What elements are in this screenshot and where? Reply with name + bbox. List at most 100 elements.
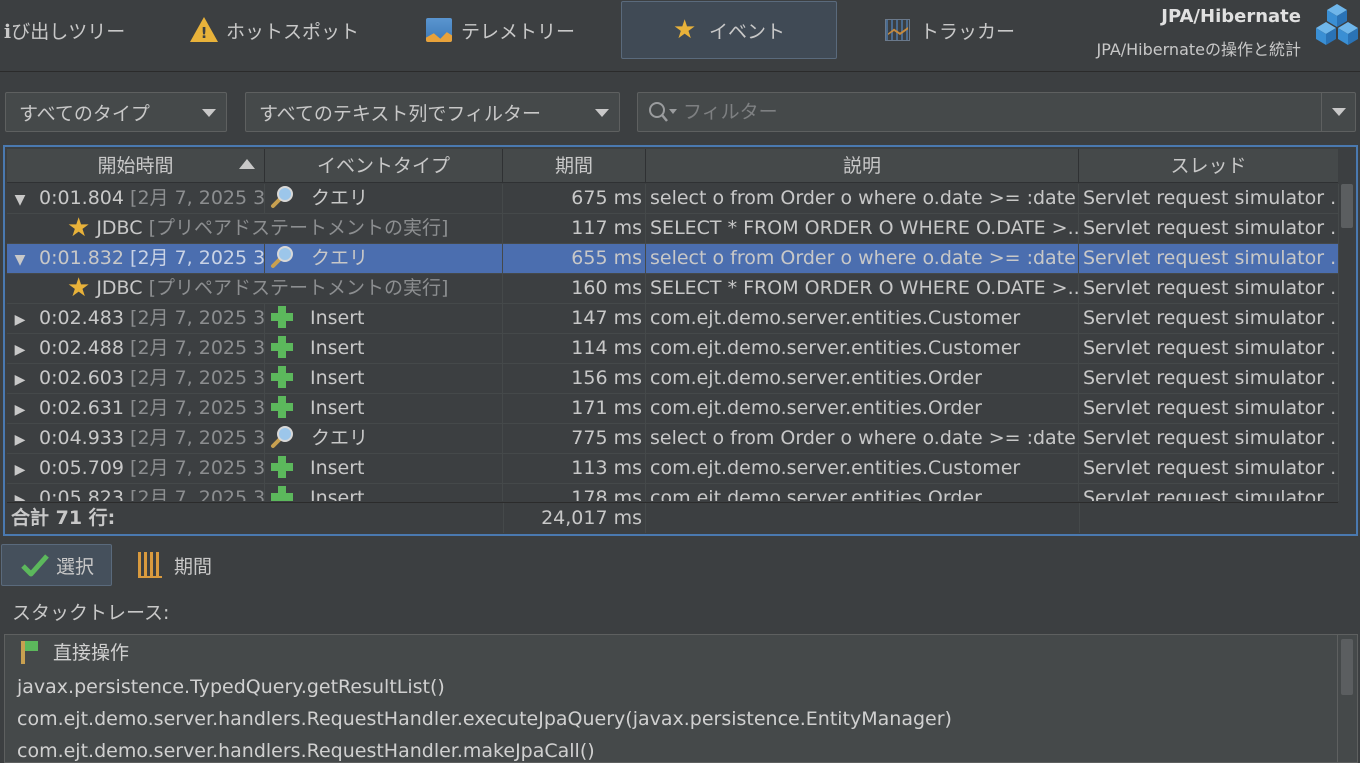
table-row[interactable]: ▶ 0:02.483 [2月 7, 2025 3:... Insert 147 msc… xyxy=(7,304,1338,334)
table-row[interactable]: ★ JDBC [プリペアドステートメントの実行] 117 ms SELECT * FR… xyxy=(7,214,1338,244)
start-date: [2月 7, 2025 3:... xyxy=(130,367,265,389)
cell-start-time: ▶ 0:02.488 [2月 7, 2025 3:... xyxy=(7,334,265,363)
start-date: [2月 7, 2025 3:... xyxy=(130,337,265,359)
table-row[interactable]: ★ JDBC [プリペアドステートメントの実行] 160 ms SELECT * FR… xyxy=(7,274,1338,304)
event-type-name: クエリ xyxy=(311,247,369,269)
event-type-name: Insert xyxy=(310,337,365,359)
table-row[interactable]: ▶ 0:04.933 [2月 7, 2025 3:... クエリ 775 mssele… xyxy=(7,424,1338,454)
tracker-chart-icon xyxy=(884,16,912,44)
start-time: 0:01.832 xyxy=(39,247,124,269)
expand-triangle-icon[interactable]: ▶ xyxy=(9,486,31,501)
expand-triangle-icon[interactable]: ▶ xyxy=(9,426,31,453)
duration-toggle-button[interactable]: 期間 xyxy=(138,549,212,581)
start-date: [2月 7, 2025 3:... xyxy=(130,427,265,449)
selection-toggle-button[interactable]: 選択 xyxy=(1,544,112,586)
search-icon[interactable] xyxy=(648,101,678,123)
probe-title: JPA/Hibernate xyxy=(1161,6,1301,27)
stack-frame[interactable]: javax.persistence.TypedQuery.getResultLi… xyxy=(17,671,445,703)
event-type-select[interactable]: すべてのタイプ xyxy=(5,92,227,132)
stack-trace-heading: スタックトレース: xyxy=(12,602,170,624)
tab-hotspots[interactable]: ! ホットスポット xyxy=(190,1,359,59)
cell-description: com.ejt.demo.server.entities.Customer xyxy=(646,304,1079,333)
column-header-description[interactable]: 説明 xyxy=(646,149,1079,183)
probe-subtitle: JPA/Hibernateの操作と統計 xyxy=(1096,40,1301,59)
column-header-thread[interactable]: スレッド xyxy=(1079,149,1338,183)
start-date: [2月 7, 2025 3:... xyxy=(130,487,265,501)
table-row[interactable]: ▶ 0:02.603 [2月 7, 2025 3:... Insert 156 msc… xyxy=(7,364,1338,394)
start-time: 0:02.631 xyxy=(39,397,124,419)
stack-trace-scrollbar[interactable] xyxy=(1337,635,1355,762)
cell-thread: Servlet request simulator ... xyxy=(1083,457,1338,479)
warning-icon: ! xyxy=(190,16,218,44)
column-header-duration[interactable]: 期間 xyxy=(503,149,646,183)
text-column-filter-value: すべてのテキスト列でフィルター xyxy=(259,102,541,125)
table-row[interactable]: ▼ 0:01.804 [2月 7, 2025 3:... クエリ 675 mssele… xyxy=(7,184,1338,214)
plus-icon xyxy=(271,395,293,418)
stack-trace-root[interactable]: 直接操作 xyxy=(19,637,129,669)
expand-triangle-icon[interactable]: ▶ xyxy=(9,396,31,423)
filter-history-dropdown[interactable] xyxy=(1321,93,1355,131)
cell-start-time: ▼ 0:01.804 [2月 7, 2025 3:... xyxy=(7,184,265,213)
start-date: [2月 7, 2025 3:... xyxy=(130,397,265,419)
table-row[interactable]: ▶ 0:02.488 [2月 7, 2025 3:... Insert 114 msc… xyxy=(7,334,1338,364)
start-time: 0:02.483 xyxy=(39,307,124,329)
table-scrollbar[interactable] xyxy=(1338,184,1354,501)
cell-thread: Servlet request simulator ... xyxy=(1083,277,1338,299)
column-header-start-time[interactable]: 開始時間 xyxy=(7,149,265,183)
chevron-down-icon xyxy=(1332,108,1346,116)
tab-call-tree[interactable]: ℹび出しツリー xyxy=(4,1,125,59)
table-row[interactable]: ▶ 0:05.823 [2月 7, 2025 3:... Insert 178 msc… xyxy=(7,484,1338,501)
tab-events[interactable]: ★ イベント xyxy=(621,1,837,59)
filter-input[interactable] xyxy=(683,93,1313,131)
cell-duration: 655 ms xyxy=(503,244,646,273)
expand-triangle-icon[interactable]: ▶ xyxy=(9,366,31,393)
cell-thread: Servlet request simulator ... xyxy=(1083,367,1338,389)
cell-event-type: Insert xyxy=(265,364,503,393)
star-icon: ★ xyxy=(67,213,91,243)
flag-icon xyxy=(19,640,41,664)
table-row[interactable]: ▶ 0:02.631 [2月 7, 2025 3:... Insert 171 msc… xyxy=(7,394,1338,424)
table-scrollbar-thumb[interactable] xyxy=(1341,184,1353,228)
table-row[interactable]: ▼ 0:01.832 [2月 7, 2025 3:... クエリ 655 mssele… xyxy=(7,244,1338,274)
duration-toggle-label: 期間 xyxy=(174,555,213,578)
cell-description: com.ejt.demo.server.entities.Order xyxy=(646,484,1079,501)
selection-toggle-label: 選択 xyxy=(56,555,95,578)
column-header-event-type[interactable]: イベントタイプ xyxy=(265,149,503,183)
cell-duration: 171 ms xyxy=(503,394,646,423)
stack-frame[interactable]: com.ejt.demo.server.handlers.RequestHand… xyxy=(17,703,952,735)
stack-frame[interactable]: com.ejt.demo.server.handlers.RequestHand… xyxy=(17,735,595,762)
tab-tracker[interactable]: トラッカー xyxy=(884,1,1015,59)
text-column-filter-select[interactable]: すべてのテキスト列でフィルター xyxy=(245,92,620,132)
cell-description: SELECT * FROM ORDER O WHERE O.DATE >... xyxy=(646,274,1079,303)
cell-start-time: ▶ 0:04.933 [2月 7, 2025 3:... xyxy=(7,424,265,453)
checkmark-icon xyxy=(21,554,49,577)
cell-duration: 775 ms xyxy=(503,424,646,453)
tab-telemetry[interactable]: テレメトリー xyxy=(425,1,575,59)
collapse-triangle-icon[interactable]: ▼ xyxy=(9,246,31,273)
collapse-triangle-icon[interactable]: ▼ xyxy=(9,186,31,213)
event-type-name: Insert xyxy=(310,397,365,419)
table-totals-row: 合計 71 行: 24,017 ms xyxy=(7,502,1338,533)
stack-trace-scrollbar-thumb[interactable] xyxy=(1341,639,1353,695)
cell-description: com.ejt.demo.server.entities.Order xyxy=(646,364,1079,393)
tab-telemetry-label: テレメトリー xyxy=(461,20,576,43)
expand-triangle-icon[interactable]: ▶ xyxy=(9,456,31,483)
cell-description: SELECT * FROM ORDER O WHERE O.DATE >... xyxy=(646,214,1079,243)
event-type-name: Insert xyxy=(310,457,365,479)
star-icon: ★ xyxy=(67,273,91,303)
cell-thread: Servlet request simulator ... xyxy=(1083,187,1338,209)
filter-field xyxy=(637,92,1356,132)
expand-triangle-icon[interactable]: ▶ xyxy=(9,336,31,363)
expand-triangle-icon[interactable]: ▶ xyxy=(9,306,31,333)
tab-events-label: イベント xyxy=(708,20,785,43)
cell-start-time: ▼ 0:01.832 [2月 7, 2025 3:... xyxy=(7,244,265,273)
cell-duration: 117 ms xyxy=(503,214,646,243)
table-row[interactable]: ▶ 0:05.709 [2月 7, 2025 3:... Insert 113 msc… xyxy=(7,454,1338,484)
start-date: [2月 7, 2025 3:... xyxy=(130,187,265,209)
cell-description: com.ejt.demo.server.entities.Customer xyxy=(646,334,1079,363)
total-rows-label: 合計 71 行: xyxy=(11,507,116,529)
cell-thread: Servlet request simulator ... xyxy=(1083,247,1338,269)
chevron-down-icon xyxy=(202,109,216,117)
stack-trace-panel: 直接操作 javax.persistence.TypedQuery.getRes… xyxy=(4,634,1358,763)
cell-event-type: クエリ xyxy=(265,424,503,453)
